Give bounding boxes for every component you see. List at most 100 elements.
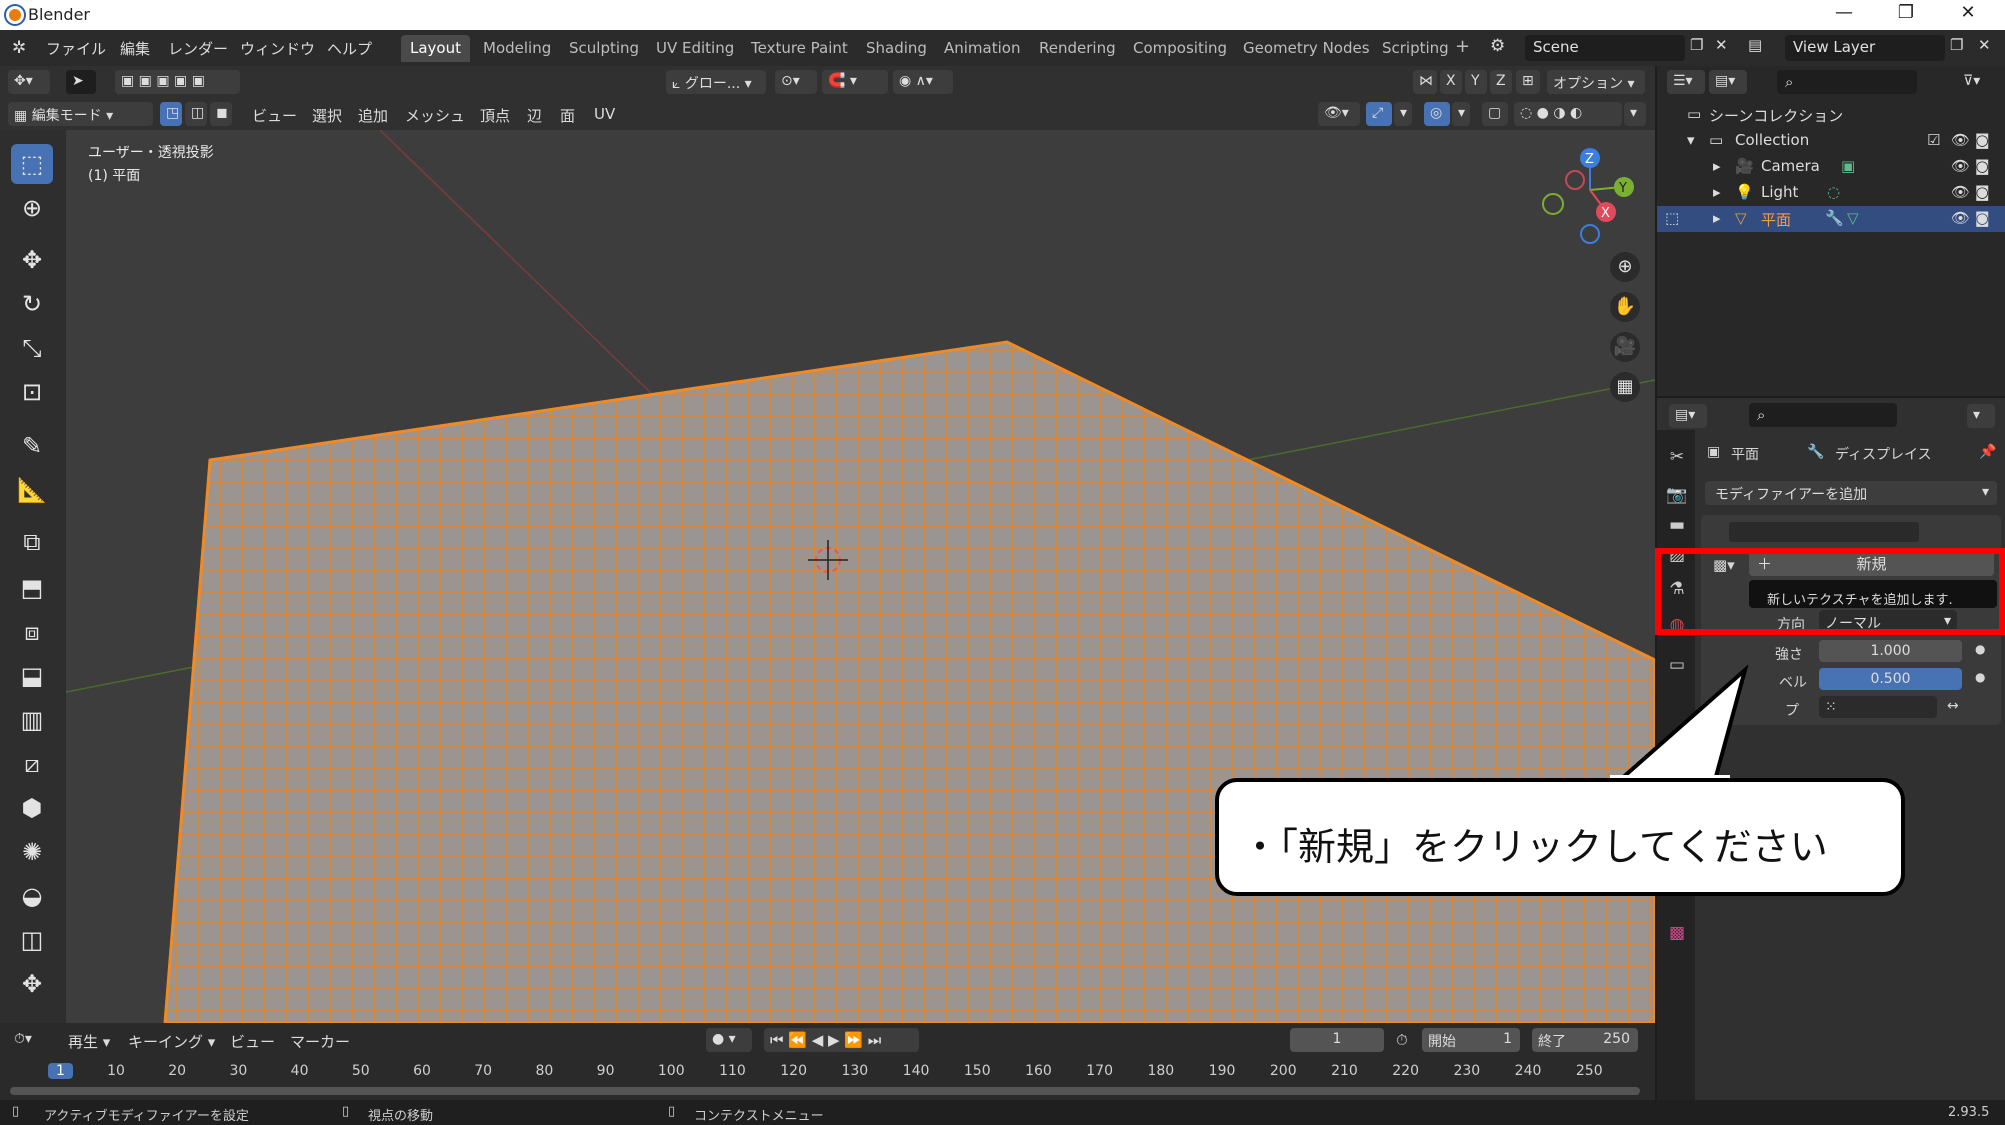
annotate-icon[interactable]: ✎ bbox=[11, 426, 53, 466]
eye-icon[interactable]: 👁 bbox=[1951, 209, 1970, 227]
vertex-group-field[interactable]: ⁙ bbox=[1819, 696, 1937, 718]
xray-toggle-button[interactable]: ▢ bbox=[1482, 102, 1508, 126]
pivot-point-dropdown[interactable]: ⊙▾ bbox=[775, 70, 817, 94]
minimize-button[interactable]: — bbox=[1824, 2, 1864, 28]
camera-view-icon[interactable]: 🎥 bbox=[1610, 332, 1640, 362]
visibility-dropdown[interactable]: 👁▾ bbox=[1318, 102, 1360, 126]
transform-icon[interactable]: ⊡ bbox=[11, 372, 53, 412]
checkbox-icon[interactable]: ☑ bbox=[1927, 131, 1940, 149]
smooth-icon[interactable]: ◒ bbox=[11, 876, 53, 916]
menu-mesh[interactable]: メッシュ bbox=[405, 105, 465, 126]
snap-button[interactable]: 🧲 ▾ bbox=[822, 70, 888, 94]
scene-icon[interactable]: ⚙ bbox=[1490, 36, 1505, 56]
timeline-scrollbar[interactable] bbox=[10, 1087, 1640, 1095]
texture-tab-icon[interactable]: ▩ bbox=[1664, 920, 1690, 946]
overlay-toggle-button[interactable]: ◎ bbox=[1424, 102, 1450, 126]
tab-sculpting[interactable]: Sculpting bbox=[560, 35, 648, 62]
select-box-icon[interactable]: ⬚ bbox=[11, 144, 53, 184]
mirror-z-button[interactable]: Z bbox=[1490, 70, 1512, 94]
invert-arrows-icon[interactable]: ↔ bbox=[1947, 698, 1959, 714]
strength-field[interactable]: 1.000 bbox=[1819, 640, 1962, 662]
keyframe-record-button[interactable]: ● ▾ bbox=[706, 1028, 752, 1052]
menu-uv[interactable]: UV bbox=[594, 105, 615, 123]
outliner-row-light[interactable]: ▸ 💡 Light ◌ 👁 ◙ bbox=[1657, 180, 2005, 206]
display-mode-icon[interactable]: ▤▾ bbox=[1709, 70, 1747, 94]
timeline-editor-type-icon[interactable]: ⏱▾ bbox=[8, 1028, 50, 1052]
outliner-row-collection[interactable]: ▾ ▭ Collection ☑ 👁 ◙ bbox=[1657, 128, 2005, 154]
gizmo-toggle-button[interactable]: ⤢ bbox=[1366, 102, 1392, 126]
inset-icon[interactable]: ⧈ bbox=[11, 612, 53, 652]
face-select-button[interactable]: ◼ bbox=[210, 102, 232, 126]
pin-icon[interactable]: 📌 bbox=[1979, 444, 1996, 460]
render-camera-icon[interactable]: ◙ bbox=[1975, 209, 1990, 227]
auto-merge-icon[interactable]: ⊞ bbox=[1516, 70, 1540, 94]
tab-rendering[interactable]: Rendering bbox=[1030, 35, 1125, 62]
view-layer-icon[interactable]: ▤ bbox=[1748, 36, 1762, 54]
view-layer-copy-icon[interactable]: ❐ bbox=[1950, 36, 1963, 54]
render-tab-icon[interactable]: 📷 bbox=[1664, 482, 1690, 508]
scene-field[interactable]: Scene bbox=[1525, 35, 1685, 61]
edge-select-button[interactable]: ◫ bbox=[185, 102, 207, 126]
end-frame-field[interactable]: 終了 250 bbox=[1532, 1028, 1638, 1052]
frame-ruler[interactable]: 1 10 20 30 40 50 60 70 80 90 100 110 120 130 140 150 160… bbox=[0, 1061, 1655, 1083]
menu-render[interactable]: レンダー bbox=[168, 38, 228, 59]
vertex-select-button[interactable]: ◳ bbox=[160, 102, 182, 126]
outliner-search-input[interactable]: ⌕ bbox=[1777, 70, 1917, 94]
tab-layout[interactable]: Layout bbox=[401, 35, 470, 62]
tab-modeling[interactable]: Modeling bbox=[474, 35, 560, 62]
menu-face[interactable]: 面 bbox=[560, 105, 575, 126]
menu-vertex[interactable]: 頂点 bbox=[480, 105, 510, 126]
clock-icon[interactable]: ⏱ bbox=[1396, 1031, 1408, 1049]
playback-controls[interactable]: ⏮ ⏪ ◀ ▶ ⏩ ⏭ bbox=[764, 1028, 919, 1052]
tab-texture-paint[interactable]: Texture Paint bbox=[742, 35, 857, 62]
shading-mode-buttons[interactable]: ◌ ● ◑ ◐ bbox=[1514, 102, 1622, 126]
tab-geometry-nodes[interactable]: Geometry Nodes bbox=[1234, 35, 1379, 62]
tool-tab-icon[interactable]: ✂ bbox=[1664, 444, 1690, 470]
select-mode-buttons[interactable]: ▣ ▣ ▣ ▣ ▣ bbox=[115, 70, 240, 94]
outliner-row-plane[interactable]: ⬚ ▸ ▽ 平面 🔧 ▽ 👁 ◙ bbox=[1657, 206, 2005, 232]
options-dropdown[interactable]: オプション ▾ bbox=[1547, 70, 1645, 94]
loop-cut-icon[interactable]: ▥ bbox=[11, 700, 53, 740]
current-frame-field[interactable]: 1 bbox=[1290, 1028, 1384, 1052]
measure-icon[interactable]: 📐 bbox=[11, 470, 53, 510]
keyframe-dot-icon[interactable]: ● bbox=[1975, 642, 1985, 656]
midlevel-field[interactable]: 0.500 bbox=[1819, 668, 1962, 690]
view-layer-field[interactable]: View Layer bbox=[1785, 35, 1945, 61]
editor-type-button[interactable]: ✥▾ bbox=[8, 70, 50, 94]
eye-icon[interactable]: 👁 bbox=[1951, 131, 1970, 149]
timeline-menu-marker[interactable]: マーカー bbox=[290, 1031, 350, 1052]
render-camera-icon[interactable]: ◙ bbox=[1975, 183, 1990, 201]
move-icon[interactable]: ✥ bbox=[11, 240, 53, 280]
spin-icon[interactable]: ✺ bbox=[11, 832, 53, 872]
gizmo-dropdown[interactable]: ▾ bbox=[1394, 102, 1412, 126]
menu-select[interactable]: 選択 bbox=[312, 105, 342, 126]
tab-uv-editing[interactable]: UV Editing bbox=[647, 35, 743, 62]
maximize-button[interactable]: ❐ bbox=[1886, 2, 1926, 28]
add-modifier-dropdown[interactable]: モディファイアーを追加 ▾ bbox=[1705, 481, 1997, 505]
tab-scripting[interactable]: Scripting bbox=[1373, 35, 1458, 62]
outliner-scene-collection[interactable]: ▭ シーンコレクション bbox=[1657, 102, 2005, 128]
mode-dropdown[interactable]: ▦ 編集モード ▾ bbox=[8, 102, 153, 126]
select-tool-icon[interactable]: ➤ bbox=[66, 70, 96, 94]
edit-mode-icon[interactable]: ⬚ bbox=[1665, 209, 1679, 227]
pan-hand-icon[interactable]: ✋ bbox=[1610, 292, 1640, 322]
scene-copy-icon[interactable]: ❐ bbox=[1690, 36, 1703, 54]
mirror-x-button[interactable]: X bbox=[1440, 70, 1462, 94]
start-frame-field[interactable]: 開始 1 bbox=[1422, 1028, 1520, 1052]
mirror-icon[interactable]: ⋈ bbox=[1413, 70, 1437, 94]
timeline-menu-playback[interactable]: 再生 ▾ bbox=[68, 1031, 110, 1052]
render-camera-icon[interactable]: ◙ bbox=[1975, 157, 1990, 175]
expand-arrow-icon[interactable]: ▸ bbox=[1713, 183, 1721, 201]
scene-remove-icon[interactable]: ✕ bbox=[1715, 36, 1728, 54]
tab-animation[interactable]: Animation bbox=[935, 35, 1029, 62]
timeline-menu-view[interactable]: ビュー bbox=[230, 1031, 275, 1052]
properties-search-input[interactable]: ⌕ bbox=[1749, 403, 1897, 427]
extrude-icon[interactable]: ⬒ bbox=[11, 568, 53, 608]
knife-icon[interactable]: ⧄ bbox=[11, 744, 53, 784]
scale-icon[interactable]: ⤡ bbox=[11, 328, 53, 368]
add-cube-icon[interactable]: ⧉ bbox=[11, 522, 53, 562]
expand-arrow-icon[interactable]: ▸ bbox=[1713, 157, 1721, 175]
menu-help[interactable]: ヘルプ bbox=[327, 38, 372, 59]
bevel-icon[interactable]: ⬓ bbox=[11, 656, 53, 696]
expand-arrow-icon[interactable]: ▸ bbox=[1713, 209, 1721, 227]
